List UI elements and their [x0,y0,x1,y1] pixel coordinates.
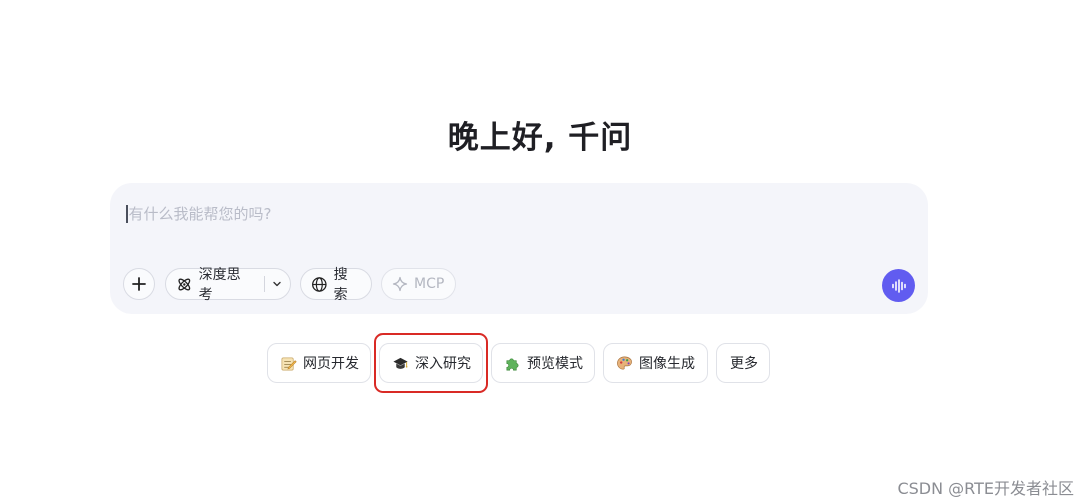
search-label: 搜索 [333,267,348,303]
preview-mode-label: 预览模式 [527,356,583,372]
image-gen-label: 图像生成 [639,356,695,372]
plus-icon [132,277,146,291]
watermark: CSDN @RTE开发者社区 [897,479,1074,498]
deep-research-label: 深入研究 [415,356,471,372]
add-attachment-button[interactable] [123,268,155,300]
deep-research-button[interactable]: 深入研究 [374,333,488,393]
deep-think-dropdown[interactable] [265,279,290,289]
composer-placeholder: 有什么我能帮您的吗? [128,205,272,223]
atom-icon [178,278,191,290]
message-composer[interactable]: 有什么我能帮您的吗? 深度思考 搜索 MCP [110,183,928,314]
globe-icon [312,276,327,292]
more-button[interactable]: 更多 [716,343,770,383]
composer-input[interactable]: 有什么我能帮您的吗? [126,203,271,224]
memo-icon [280,354,297,372]
palette-icon [616,354,633,372]
voice-wave-icon [891,278,906,293]
preview-mode-button[interactable]: 预览模式 [491,343,595,383]
deep-think-toggle[interactable]: 深度思考 [165,267,291,303]
sparkle-icon [392,276,408,292]
search-toggle[interactable]: 搜索 [300,267,372,303]
quick-actions: 网页开发 深入研究 预览模式 图像生成 更多 [267,333,778,393]
more-label: 更多 [730,356,758,372]
mcp-toggle[interactable]: MCP [381,268,456,300]
image-gen-button[interactable]: 图像生成 [603,343,708,383]
web-dev-button[interactable]: 网页开发 [267,343,371,383]
puzzle-icon [504,354,521,372]
deep-think-label: 深度思考 [198,267,241,303]
composer-toolbar: 深度思考 搜索 MCP [123,267,456,303]
greeting-title: 晚上好, 千问 [447,120,633,156]
mcp-label: MCP [414,276,445,292]
chevron-down-icon [273,281,281,287]
text-caret [126,204,128,223]
web-dev-label: 网页开发 [303,356,359,372]
graduation-cap-icon [392,354,409,372]
chat-home: 晚上好, 千问 有什么我能帮您的吗? 深度思考 搜索 MCP 网页开发 深入研究… [0,0,1080,504]
voice-input-button[interactable] [882,269,915,302]
